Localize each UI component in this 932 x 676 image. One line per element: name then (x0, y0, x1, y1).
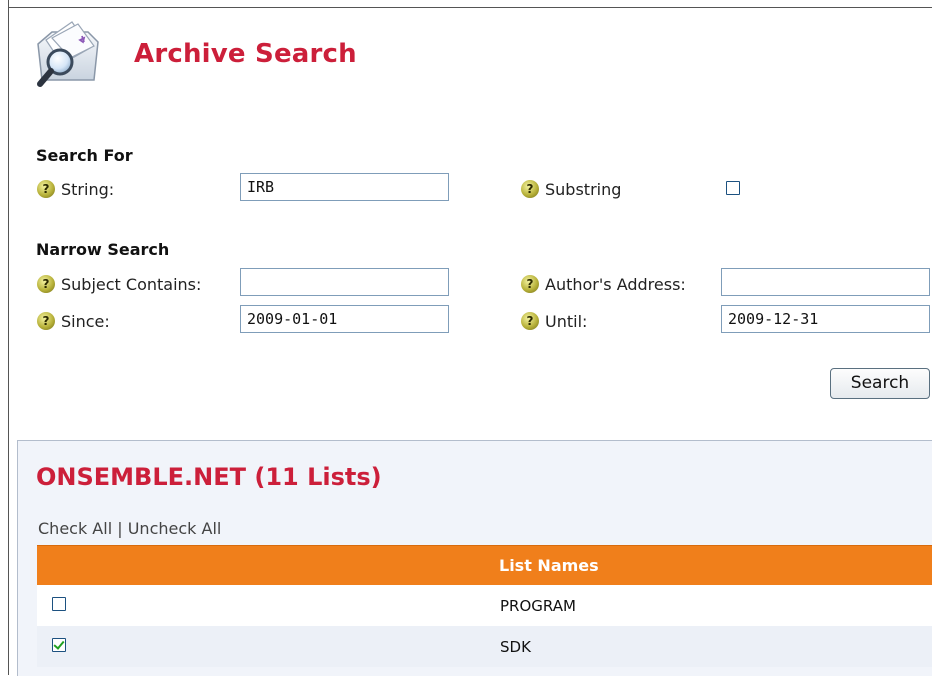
narrow-search-heading: Narrow Search (36, 240, 170, 259)
list-checkbox-program[interactable] (52, 597, 66, 611)
substring-label: Substring (545, 179, 622, 199)
search-for-heading: Search For (36, 146, 133, 165)
author-label: Author's Address: (545, 274, 686, 294)
author-label-row: ? Author's Address: (521, 269, 686, 299)
window-top-border (8, 7, 932, 8)
subject-label: Subject Contains: (61, 274, 202, 294)
substring-label-row: ? Substring (521, 174, 621, 204)
subject-input[interactable] (240, 268, 449, 296)
table-header: List Names (37, 545, 932, 585)
link-separator: | (117, 519, 123, 538)
since-input[interactable]: 2009-01-01 (240, 305, 449, 333)
window-left-border (8, 0, 9, 675)
page-header: Archive Search (32, 14, 357, 94)
search-button[interactable]: Search (830, 368, 930, 399)
string-label: String: (61, 179, 115, 199)
uncheck-all-link[interactable]: Uncheck All (128, 519, 222, 538)
since-label: Since: (61, 311, 110, 331)
table-row: PROGRAM (37, 585, 932, 626)
page-title: Archive Search (134, 39, 357, 69)
list-group-title: ONSEMBLE.NET (11 Lists) (36, 463, 382, 491)
check-links: Check All | Uncheck All (38, 519, 221, 538)
archive-search-icon (37, 21, 99, 87)
string-input[interactable]: IRB (240, 173, 449, 201)
list-name: PROGRAM (500, 597, 576, 615)
help-icon[interactable]: ? (37, 312, 55, 330)
since-label-row: ? Since: (37, 306, 110, 336)
check-all-link[interactable]: Check All (38, 519, 112, 538)
substring-checkbox[interactable] (726, 181, 740, 195)
subject-label-row: ? Subject Contains: (37, 269, 201, 299)
results-panel: ONSEMBLE.NET (11 Lists) Check All | Unch… (17, 440, 932, 676)
help-icon[interactable]: ? (37, 180, 55, 198)
list-names-header: List Names (499, 556, 599, 575)
string-label-row: ? String: (37, 174, 114, 204)
until-input[interactable]: 2009-12-31 (721, 305, 930, 333)
help-icon[interactable]: ? (521, 180, 539, 198)
help-icon[interactable]: ? (521, 275, 539, 293)
until-label: Until: (545, 311, 588, 331)
list-checkbox-sdk[interactable] (52, 638, 66, 652)
until-label-row: ? Until: (521, 306, 587, 336)
author-address-input[interactable] (721, 268, 930, 296)
table-row: SDK (37, 626, 932, 667)
list-table: List Names PROGRAM SDK (37, 545, 932, 667)
help-icon[interactable]: ? (521, 312, 539, 330)
help-icon[interactable]: ? (37, 275, 55, 293)
list-name: SDK (500, 638, 531, 656)
